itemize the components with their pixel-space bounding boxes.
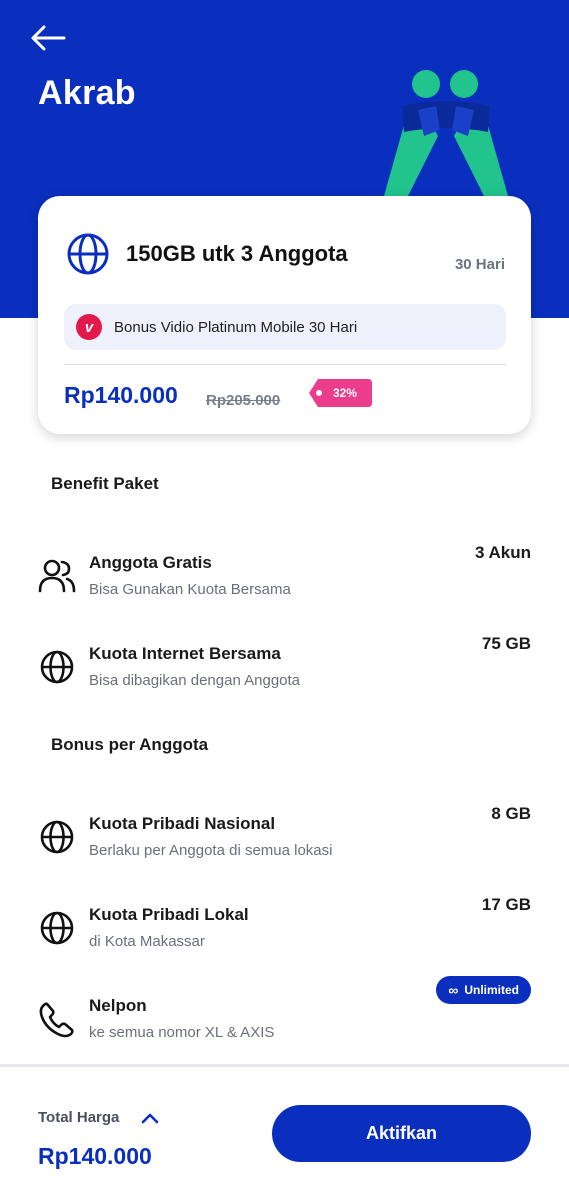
activate-button[interactable]: Aktifkan xyxy=(272,1105,531,1162)
globe-icon xyxy=(40,820,74,854)
divider xyxy=(64,364,506,365)
total-label: Total Harga xyxy=(38,1109,120,1126)
back-button[interactable] xyxy=(30,22,72,54)
bonus-desc: di Kota Makassar xyxy=(89,933,205,950)
benefit-value: 75 GB xyxy=(481,634,531,653)
bonus-name: Kuota Pribadi Nasional xyxy=(89,814,276,833)
infinity-icon: ∞ xyxy=(448,982,459,998)
section-title-benefit: Benefit Paket xyxy=(51,474,159,493)
bonus-value: 8 GB xyxy=(491,804,531,823)
package-price: Rp140.000 xyxy=(64,382,178,408)
bonus-value: 17 GB xyxy=(481,895,531,914)
bonus-desc: ke semua nomor XL & AXIS xyxy=(89,1024,275,1041)
benefit-desc: Bisa dibagikan dengan Anggota xyxy=(89,672,301,689)
bonus-name: Kuota Pribadi Lokal xyxy=(89,905,249,924)
total-price: Rp140.000 xyxy=(38,1143,152,1169)
bonus-item: Nelpon ke semua nomor XL & AXIS ∞ Unlimi… xyxy=(38,976,531,1058)
globe-icon xyxy=(67,233,109,275)
two-people-hugging-illustration xyxy=(384,70,508,196)
globe-icon xyxy=(40,650,74,684)
benefit-value: 3 Akun xyxy=(474,543,531,562)
globe-icon xyxy=(40,911,74,945)
bonus-item: Kuota Pribadi Lokal di Kota Makassar 17 … xyxy=(38,895,531,967)
bonus-banner: v Bonus Vidio Platinum Mobile 30 Hari xyxy=(64,304,506,350)
chevron-up-icon[interactable] xyxy=(140,1110,160,1126)
package-card[interactable]: 150GB utk 3 Anggota 30 Hari v Bonus Vidi… xyxy=(38,196,531,434)
bonus-name: Nelpon xyxy=(89,996,147,1015)
bonus-item: Kuota Pribadi Nasional Berlaku per Anggo… xyxy=(38,804,531,876)
benefit-item: Anggota Gratis Bisa Gunakan Kuota Bersam… xyxy=(38,543,531,615)
unlimited-label: Unlimited xyxy=(464,983,519,997)
benefit-desc: Bisa Gunakan Kuota Bersama xyxy=(89,581,291,598)
phone-icon xyxy=(39,1002,74,1038)
benefit-name: Kuota Internet Bersama xyxy=(89,644,281,663)
vidio-logo-icon: v xyxy=(76,314,102,340)
users-icon xyxy=(38,559,76,593)
package-name: 150GB utk 3 Anggota xyxy=(126,241,348,266)
bonus-desc: Berlaku per Anggota di semua lokasi xyxy=(89,842,333,859)
bonus-text: Bonus Vidio Platinum Mobile 30 Hari xyxy=(114,318,358,336)
page-title: Akrab xyxy=(38,74,136,112)
unlimited-badge: ∞ Unlimited xyxy=(436,976,531,1004)
section-title-bonus: Bonus per Anggota xyxy=(51,735,209,754)
package-duration: 30 Hari xyxy=(454,256,505,273)
benefit-item: Kuota Internet Bersama Bisa dibagikan de… xyxy=(38,634,531,706)
discount-badge: 32% xyxy=(332,386,358,400)
arrow-left-icon xyxy=(31,25,66,51)
benefit-name: Anggota Gratis xyxy=(89,553,212,572)
original-price: Rp205.000 xyxy=(206,392,281,409)
